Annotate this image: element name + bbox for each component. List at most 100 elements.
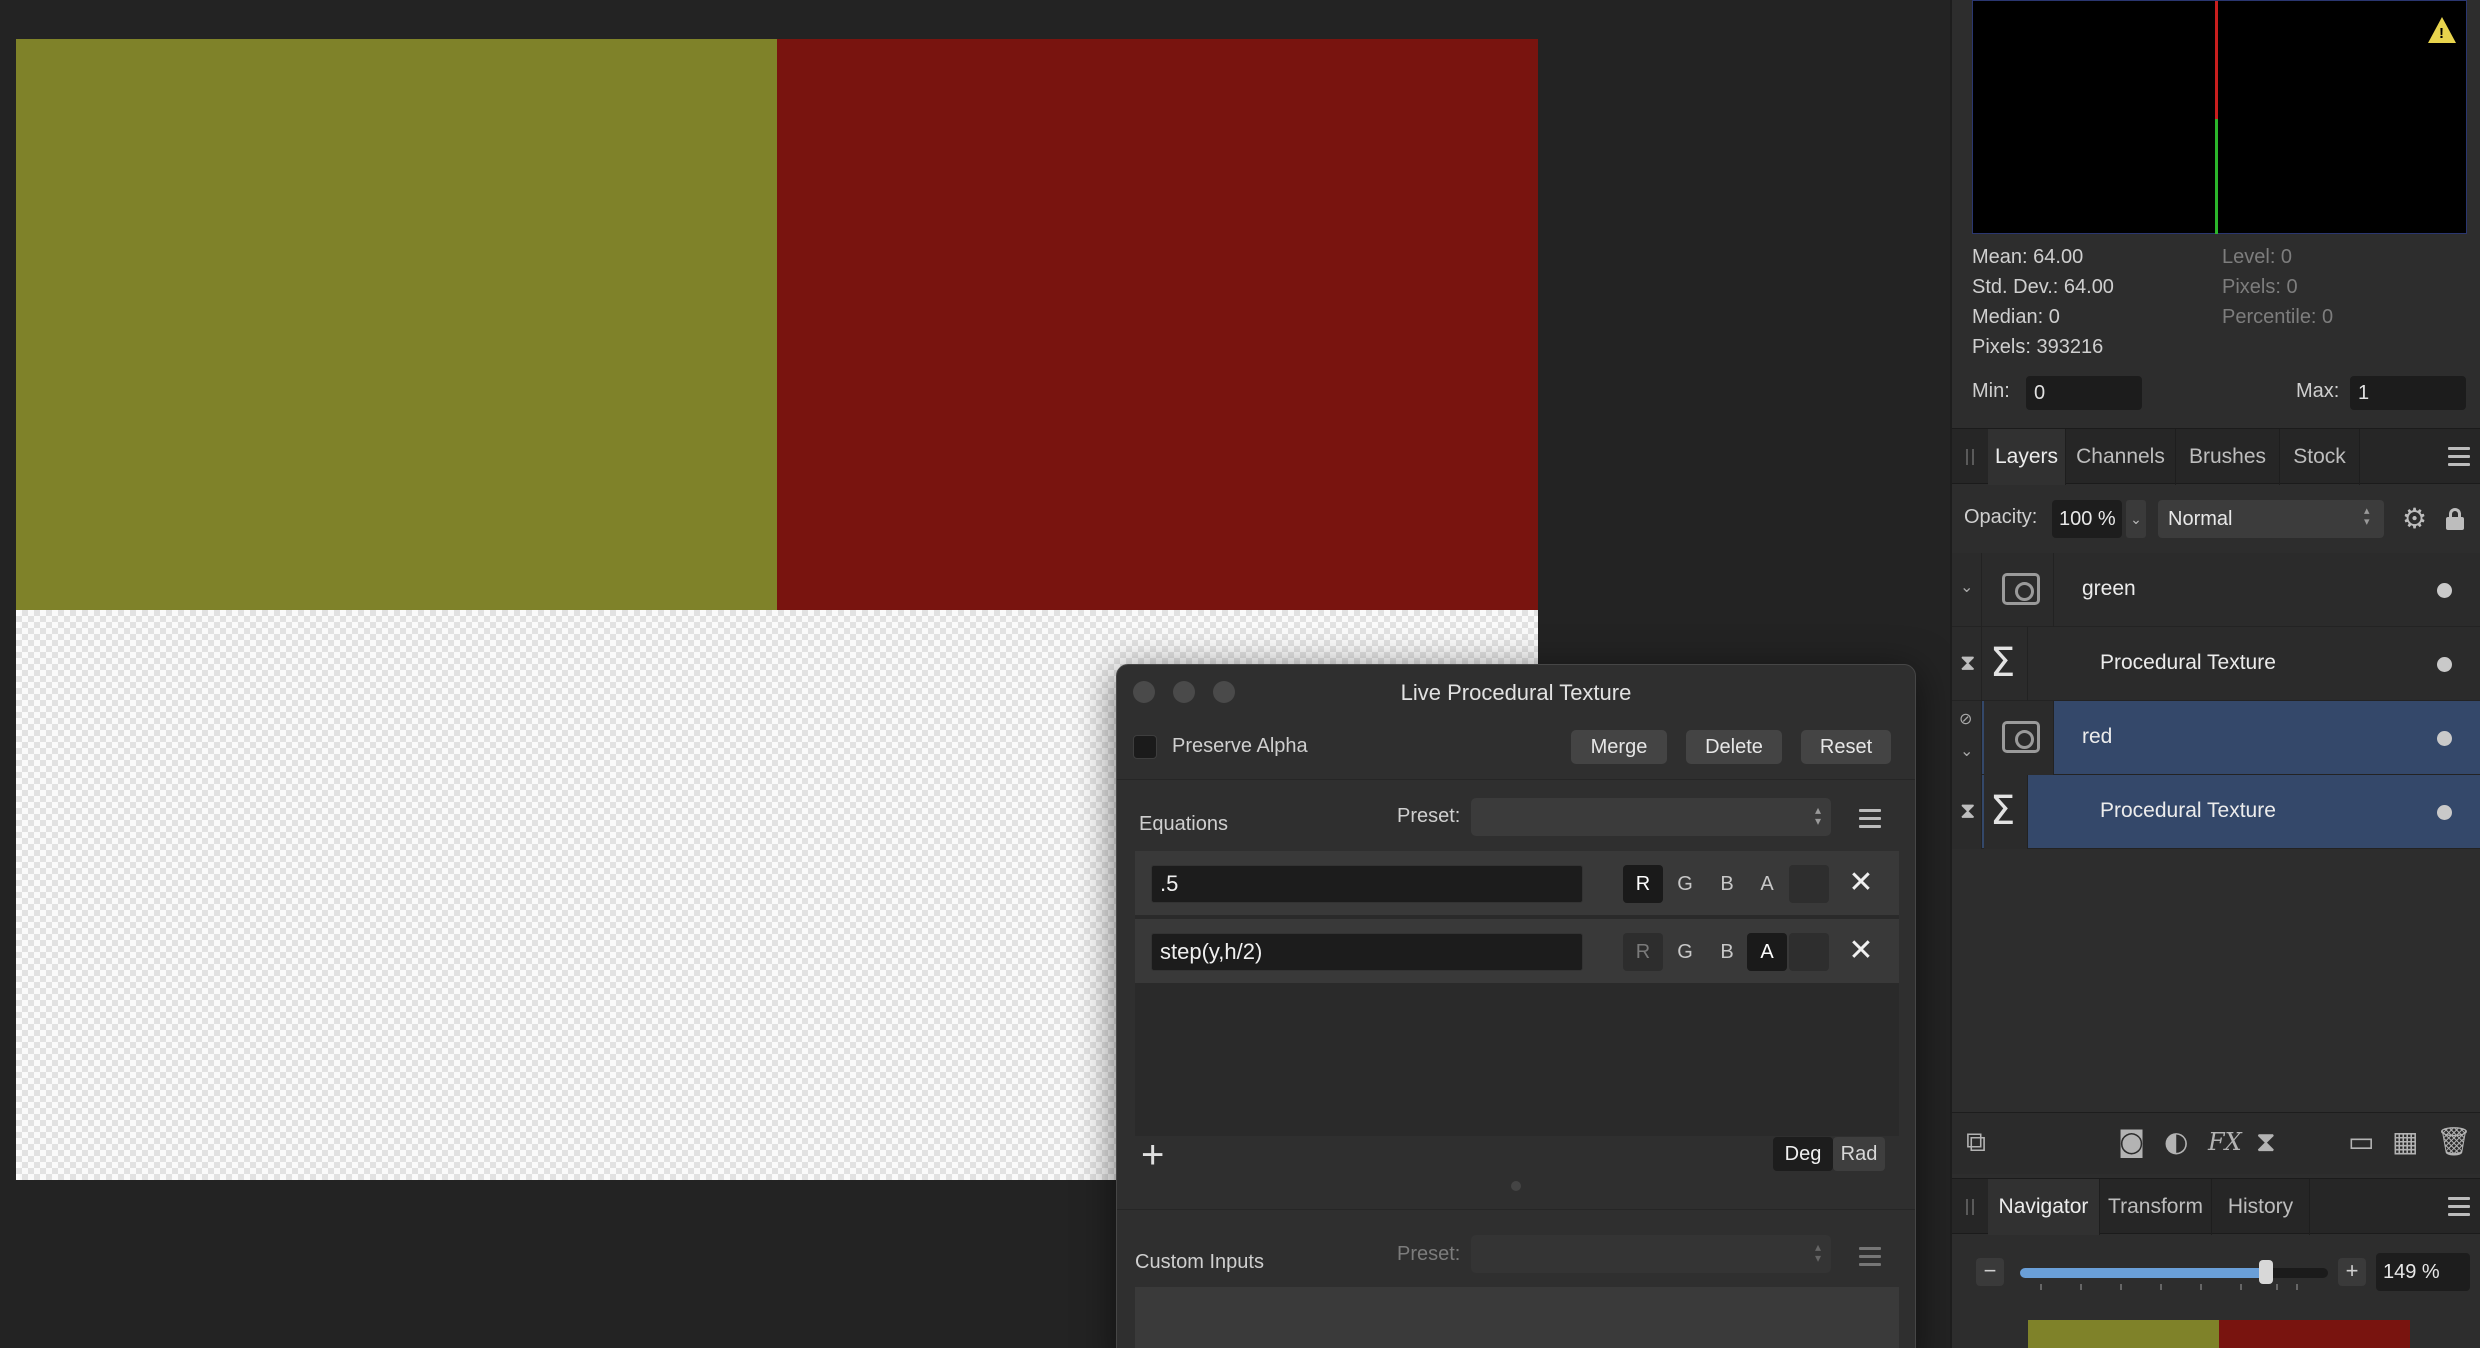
layers-panel-menu-icon[interactable] <box>2448 447 2470 471</box>
chevron-down-icon[interactable]: ⌄ <box>1960 577 1973 597</box>
dialog-titlebar[interactable]: Live Procedural Texture <box>1117 665 1915 719</box>
tab-channels[interactable]: Channels <box>2066 429 2176 485</box>
zoom-slider-knob[interactable] <box>2259 1260 2274 1284</box>
tab-layers[interactable]: Layers <box>1988 429 2066 485</box>
divider <box>1117 779 1915 780</box>
tab-history[interactable]: History <box>2212 1179 2310 1235</box>
hourglass-icon: ⧗ <box>1960 651 1976 676</box>
panel-grip-icon[interactable] <box>1966 449 1974 465</box>
opacity-label: Opacity: <box>1964 506 2038 528</box>
custom-inputs-list <box>1135 1287 1899 1348</box>
layer-name: Procedural Texture <box>2100 651 2276 674</box>
sigma-icon: Σ <box>1990 640 2016 686</box>
remove-equation-icon[interactable]: ✕ <box>1847 935 1875 967</box>
delete-button[interactable]: Delete <box>1686 730 1782 764</box>
rad-toggle[interactable]: Rad <box>1833 1137 1885 1171</box>
histogram-mean: Mean: 64.00 <box>1972 246 2084 268</box>
visibility-dot-icon[interactable] <box>2437 805 2452 820</box>
zoom-in-button[interactable]: + <box>2338 1258 2366 1286</box>
tab-transform[interactable]: Transform <box>2100 1179 2212 1235</box>
equations-preset-select[interactable]: ▴ ▾ <box>1471 798 1831 836</box>
dialog-title: Live Procedural Texture <box>1400 680 1632 705</box>
adjustment-layer-icon[interactable]: ◐ <box>2164 1125 2188 1159</box>
layer-row-procedural-texture[interactable]: ⧗ Σ Procedural Texture <box>1952 775 2480 849</box>
add-equation-icon[interactable]: + <box>1141 1135 1164 1175</box>
navigator-panel-menu-icon[interactable] <box>2448 1197 2470 1221</box>
equation-row: step(y,h/2) R G B A ✕ <box>1135 919 1899 985</box>
merge-button[interactable]: Merge <box>1571 730 1667 764</box>
mask-layer-icon[interactable]: ◙ <box>2118 1125 2145 1159</box>
pixel-layer-icon <box>2002 721 2040 753</box>
equations-preset-label: Preset: <box>1397 805 1461 827</box>
layer-options-icon[interactable]: ⧉ <box>1966 1125 1986 1159</box>
lock-icon[interactable] <box>2446 508 2464 530</box>
equation-input[interactable]: .5 <box>1151 865 1583 903</box>
min-input[interactable]: 0 <box>2026 376 2142 410</box>
live-procedural-texture-dialog: Live Procedural Texture Preserve Alpha M… <box>1116 664 1916 1348</box>
histogram-green-bar <box>2215 119 2218 234</box>
custom-inputs-menu-icon[interactable] <box>1859 1247 1881 1271</box>
tab-brushes[interactable]: Brushes <box>2176 429 2280 485</box>
panel-grip-icon[interactable] <box>1966 1199 1974 1215</box>
green-layer-area <box>16 39 777 610</box>
zoom-slider[interactable] <box>2020 1260 2328 1284</box>
opacity-input[interactable]: 100 % <box>2052 500 2122 538</box>
warning-triangle-icon[interactable]: ! <box>2428 17 2456 43</box>
equations-menu-icon[interactable] <box>1859 809 1881 833</box>
reset-button[interactable]: Reset <box>1801 730 1891 764</box>
layer-name: green <box>2082 577 2136 600</box>
resize-handle-icon[interactable] <box>1511 1181 1521 1191</box>
live-filter-icon[interactable]: ⧗ <box>2256 1125 2276 1159</box>
no-entry-icon[interactable]: ⊘ <box>1959 709 1972 728</box>
custom-preset-select[interactable]: ▴ ▾ <box>1471 1235 1831 1273</box>
fx-icon[interactable]: FX <box>2208 1125 2242 1159</box>
channel-b-toggle[interactable]: B <box>1707 933 1747 971</box>
updown-icon: ▴ ▾ <box>1814 803 1821 828</box>
remove-equation-icon[interactable]: ✕ <box>1847 867 1875 899</box>
visibility-dot-icon[interactable] <box>2437 731 2452 746</box>
channel-g-toggle[interactable]: G <box>1665 865 1705 903</box>
add-group-icon[interactable]: ▭ <box>2348 1125 2374 1159</box>
channel-r-toggle[interactable]: R <box>1623 865 1663 903</box>
channel-extra-toggle[interactable] <box>1789 933 1829 971</box>
min-label: Min: <box>1972 380 2010 402</box>
preserve-alpha-checkbox[interactable] <box>1133 735 1157 759</box>
tab-navigator[interactable]: Navigator <box>1988 1179 2100 1235</box>
layers-tabbar: Layers Channels Brushes Stock <box>1952 428 2480 485</box>
deg-toggle[interactable]: Deg <box>1773 1137 1833 1171</box>
thumbnail-green-area <box>2028 1320 2219 1348</box>
channel-a-toggle[interactable]: A <box>1747 933 1787 971</box>
equation-input[interactable]: step(y,h/2) <box>1151 933 1583 971</box>
channel-a-toggle[interactable]: A <box>1747 865 1787 903</box>
chevron-down-icon[interactable]: ⌄ <box>1960 741 1973 761</box>
zoom-out-button[interactable]: − <box>1976 1258 2004 1286</box>
channel-r-toggle[interactable]: R <box>1623 933 1663 971</box>
histogram-median: Median: 0 <box>1972 306 2060 328</box>
gear-icon[interactable]: ⚙ <box>2402 502 2427 535</box>
custom-preset-label: Preset: <box>1397 1243 1461 1265</box>
equations-list: .5 R G B A ✕ step(y,h/2) R G B A ✕ <box>1135 851 1899 1136</box>
layer-name: Procedural Texture <box>2100 799 2276 822</box>
visibility-dot-icon[interactable] <box>2437 583 2452 598</box>
channel-extra-toggle[interactable] <box>1789 865 1829 903</box>
sigma-icon: Σ <box>1990 788 2016 834</box>
blend-mode-select[interactable]: Normal <box>2158 500 2384 538</box>
trash-icon[interactable]: 🗑 <box>2436 1125 2472 1159</box>
zoom-input[interactable]: 149 % <box>2376 1253 2470 1291</box>
channel-b-toggle[interactable]: B <box>1707 865 1747 903</box>
channel-g-toggle[interactable]: G <box>1665 933 1705 971</box>
visibility-dot-icon[interactable] <box>2437 657 2452 672</box>
zoom-slider-fill <box>2020 1268 2267 1278</box>
right-panels: ! Mean: 64.00 Std. Dev.: 64.00 Median: 0… <box>1950 0 2480 1348</box>
max-input[interactable]: 1 <box>2350 376 2466 410</box>
custom-inputs-label: Custom Inputs <box>1135 1251 1264 1273</box>
navigator-tabbar: Navigator Transform History <box>1952 1178 2480 1235</box>
layer-row-red[interactable]: ⊘ ⌄ red <box>1952 701 2480 775</box>
layer-row-procedural-texture[interactable]: ⧗ Σ Procedural Texture <box>1952 627 2480 701</box>
layer-row-green[interactable]: ⌄ green <box>1952 553 2480 627</box>
navigator-thumbnail[interactable] <box>2028 1320 2410 1348</box>
opacity-dropdown-icon[interactable]: ⌄ <box>2126 500 2146 538</box>
tab-stock[interactable]: Stock <box>2280 429 2360 485</box>
add-pixel-layer-icon[interactable]: ▦ <box>2392 1125 2418 1159</box>
updown-icon: ▴ ▾ <box>2364 505 2370 528</box>
